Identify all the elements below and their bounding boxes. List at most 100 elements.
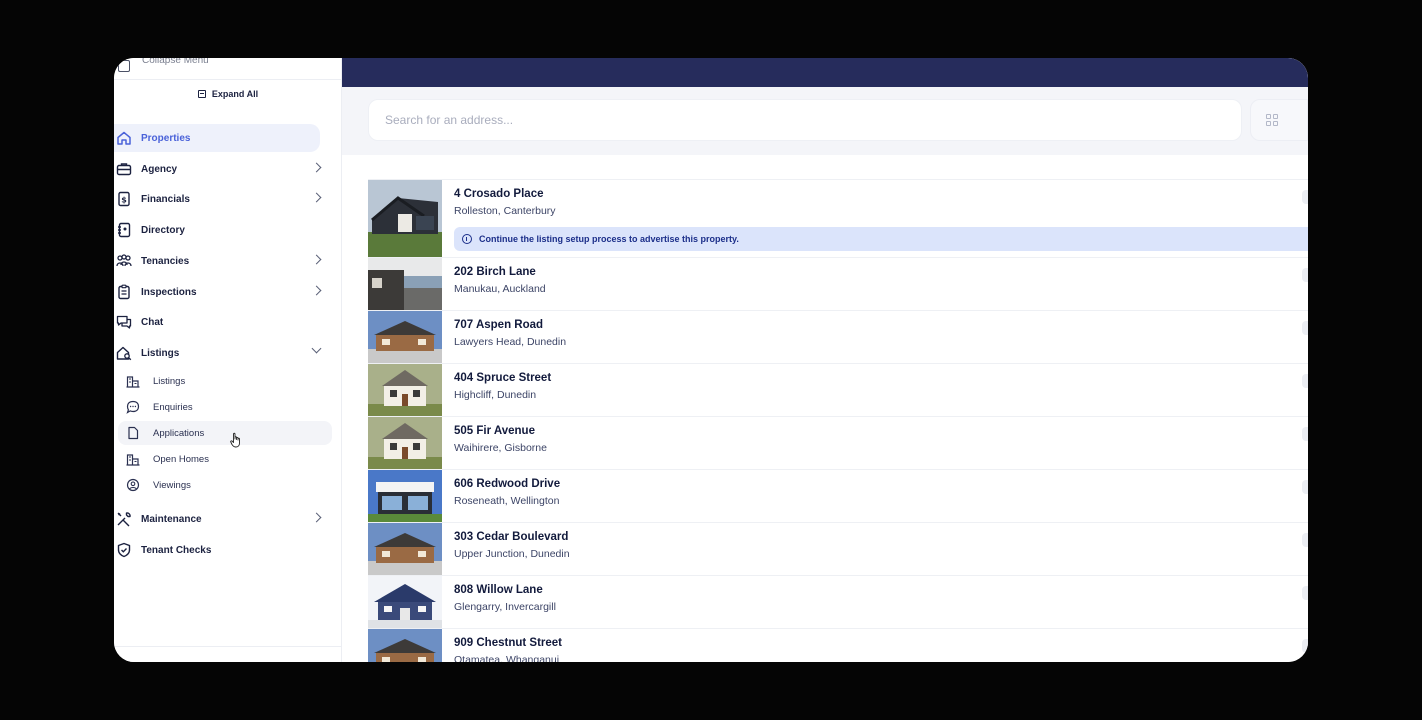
- chevron-right-icon: [311, 254, 322, 265]
- property-address: 808 Willow Lane: [454, 584, 543, 596]
- document-icon: [126, 426, 140, 440]
- info-icon: [462, 234, 472, 244]
- listing-setup-notice[interactable]: Continue the listing setup process to ad…: [454, 227, 1308, 251]
- property-suburb: Highcliff, Dunedin: [454, 389, 537, 401]
- row-menu-button[interactable]: [1302, 321, 1308, 335]
- grid-icon: [1266, 114, 1278, 126]
- sub-item-open-homes[interactable]: Open Homes: [118, 447, 332, 471]
- property-address: 505 Fir Avenue: [454, 425, 535, 437]
- row-menu-button[interactable]: [1302, 533, 1308, 547]
- row-menu-button[interactable]: [1302, 374, 1308, 388]
- property-suburb: Otamatea, Whanganui: [454, 654, 560, 662]
- tools-icon: [116, 511, 132, 527]
- chevron-down-icon: [311, 343, 322, 354]
- row-menu-button[interactable]: [1302, 639, 1308, 653]
- sidebar-item-maintenance[interactable]: Maintenance: [114, 505, 322, 533]
- sidebar-item-directory[interactable]: Directory: [114, 216, 320, 244]
- sidebar-item-listings[interactable]: Listings: [114, 339, 322, 367]
- property-address: 202 Birch Lane: [454, 266, 536, 278]
- sidebar-item-label: Directory: [141, 224, 185, 236]
- row-menu-button[interactable]: [1302, 190, 1308, 204]
- people-icon: [116, 253, 132, 269]
- top-bar: [342, 58, 1308, 87]
- sidebar-item-financials[interactable]: $ Financials: [114, 185, 322, 213]
- shield-check-icon: [116, 542, 132, 558]
- property-photo: [368, 629, 442, 662]
- sidebar-item-tenancies[interactable]: Tenancies: [114, 247, 322, 275]
- clipboard-icon: [116, 284, 132, 300]
- property-photo: [368, 576, 442, 628]
- property-suburb: Roseneath, Wellington: [454, 495, 560, 507]
- property-row[interactable]: 202 Birch Lane Manukau, Auckland: [368, 257, 1308, 310]
- collapse-icon: [118, 60, 130, 72]
- sidebar-item-label: Agency: [141, 163, 178, 175]
- briefcase-icon: [116, 161, 132, 177]
- row-menu-button[interactable]: [1302, 268, 1308, 282]
- building-icon: [126, 452, 140, 466]
- app-window: Collapse Menu Expand All Properties Agen…: [114, 58, 1308, 662]
- property-address: 606 Redwood Drive: [454, 478, 561, 490]
- home-icon: [116, 130, 132, 146]
- property-row[interactable]: 4 Crosado Place Rolleston, Canterbury Co…: [368, 179, 1308, 257]
- property-photo: [368, 364, 442, 416]
- chevron-right-icon: [311, 285, 322, 296]
- property-address: 4 Crosado Place: [454, 188, 544, 200]
- row-menu-button[interactable]: [1302, 586, 1308, 600]
- sub-item-viewings[interactable]: Viewings: [118, 473, 332, 497]
- property-photo: [368, 180, 442, 257]
- property-row[interactable]: 707 Aspen Road Lawyers Head, Dunedin: [368, 310, 1308, 363]
- property-row[interactable]: 808 Willow Lane Glengarry, Invercargill: [368, 575, 1308, 628]
- expand-icon: [197, 90, 206, 98]
- expand-all-label: Expand All: [211, 89, 259, 99]
- sidebar: Collapse Menu Expand All Properties Agen…: [114, 58, 342, 662]
- row-menu-button[interactable]: [1302, 427, 1308, 441]
- notice-text: Continue the listing setup process to ad…: [479, 234, 739, 244]
- chevron-right-icon: [311, 162, 322, 173]
- property-photo: [368, 258, 442, 310]
- sub-item-applications[interactable]: Applications: [118, 421, 332, 445]
- property-suburb: Lawyers Head, Dunedin: [454, 336, 567, 348]
- sub-item-label: Enquiries: [153, 401, 193, 413]
- chevron-right-icon: [311, 512, 322, 523]
- sidebar-item-agency[interactable]: Agency: [114, 155, 322, 183]
- sidebar-item-label: Chat: [141, 316, 164, 328]
- user-circle-icon: [126, 478, 140, 492]
- sub-item-listings[interactable]: Listings: [118, 369, 332, 393]
- grid-view-toggle[interactable]: [1250, 99, 1308, 141]
- sidebar-item-chat[interactable]: Chat: [114, 308, 320, 336]
- sidebar-item-inspections[interactable]: Inspections: [114, 278, 322, 306]
- property-suburb: Upper Junction, Dunedin: [454, 548, 570, 560]
- sidebar-item-label: Tenancies: [141, 255, 190, 267]
- property-row[interactable]: 505 Fir Avenue Waihirere, Gisborne: [368, 416, 1308, 469]
- search-input[interactable]: Search for an address...: [368, 99, 1242, 141]
- property-row[interactable]: 909 Chestnut Street Otamatea, Whanganui: [368, 628, 1308, 662]
- dollar-document-icon: $: [116, 191, 132, 207]
- property-suburb: Glengarry, Invercargill: [454, 601, 556, 613]
- property-row[interactable]: 606 Redwood Drive Roseneath, Wellington: [368, 469, 1308, 522]
- sub-item-label: Viewings: [153, 479, 191, 491]
- sidebar-item-label: Listings: [141, 347, 180, 359]
- sub-item-enquiries[interactable]: Enquiries: [118, 395, 332, 419]
- collapse-menu-button[interactable]: Collapse Menu: [114, 58, 342, 80]
- sidebar-item-label: Maintenance: [141, 513, 202, 525]
- sidebar-item-properties[interactable]: Properties: [114, 124, 320, 152]
- property-photo: [368, 523, 442, 575]
- house-search-icon: [116, 345, 132, 361]
- sidebar-item-tenant-checks[interactable]: Tenant Checks: [114, 536, 320, 564]
- property-row[interactable]: 404 Spruce Street Highcliff, Dunedin: [368, 363, 1308, 416]
- main-content: Search for an address... 4 Crosado Place…: [342, 58, 1308, 662]
- row-menu-button[interactable]: [1302, 480, 1308, 494]
- property-address: 404 Spruce Street: [454, 372, 552, 384]
- building-icon: [126, 374, 140, 388]
- hand-cursor-icon: [230, 432, 240, 448]
- sidebar-divider: [114, 646, 342, 647]
- sidebar-item-label: Tenant Checks: [141, 544, 212, 556]
- chevron-right-icon: [311, 192, 322, 203]
- collapse-menu-label: Collapse Menu: [142, 58, 209, 66]
- expand-all-button[interactable]: Expand All: [114, 86, 342, 102]
- property-row[interactable]: 303 Cedar Boulevard Upper Junction, Dune…: [368, 522, 1308, 575]
- sidebar-item-label: Properties: [141, 132, 191, 144]
- property-photo: [368, 470, 442, 522]
- sidebar-item-label: Inspections: [141, 286, 197, 298]
- search-area: Search for an address...: [342, 87, 1308, 155]
